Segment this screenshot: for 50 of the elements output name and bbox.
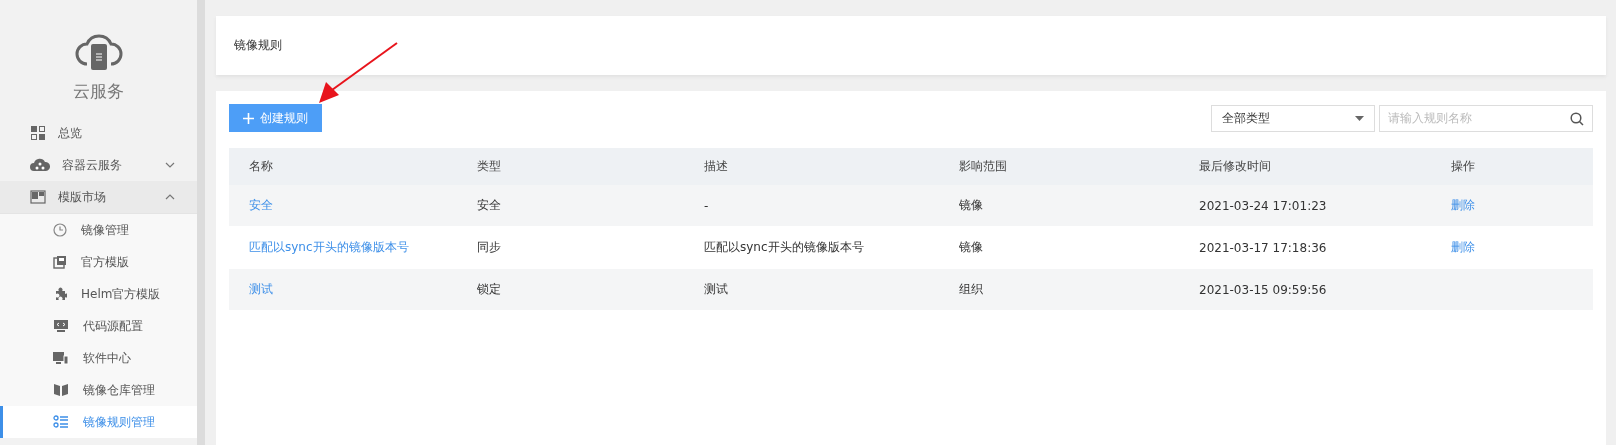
table-cell: 组织 bbox=[959, 282, 983, 296]
table-cell: 镜像 bbox=[959, 240, 983, 254]
table-cell: 测试 bbox=[704, 282, 728, 296]
devices-icon bbox=[53, 351, 69, 365]
column-header: 最后修改时间 bbox=[1199, 159, 1271, 173]
sidebar-subitem[interactable]: 代码源配置 bbox=[0, 310, 197, 342]
sidebar-item[interactable]: 总览 bbox=[0, 117, 197, 149]
list-icon bbox=[53, 415, 69, 429]
table-cell: 匹配以sync开头的镜像版本号 bbox=[704, 240, 864, 254]
caret-icon bbox=[1355, 115, 1364, 121]
table-cell: - bbox=[704, 198, 709, 213]
chevron-up-icon bbox=[165, 194, 175, 200]
plus-icon bbox=[243, 112, 254, 124]
column-header: 名称 bbox=[249, 159, 273, 173]
rule-name-link[interactable]: 匹配以sync开头的镜像版本号 bbox=[249, 240, 409, 254]
sidebar-item[interactable]: 容器云服务 bbox=[0, 149, 197, 181]
code-monitor-icon bbox=[53, 319, 69, 333]
table-cell: 2021-03-24 17:01:23 bbox=[1199, 198, 1327, 213]
table-cell: 2021-03-17 17:18:36 bbox=[1199, 240, 1327, 255]
sidebar-subitem[interactable]: 软件中心 bbox=[0, 342, 197, 374]
table-cell: 镜像 bbox=[959, 198, 983, 212]
column-header: 操作 bbox=[1451, 159, 1475, 173]
column-header: 影响范围 bbox=[959, 159, 1007, 173]
table-cell: 2021-03-15 09:59:56 bbox=[1199, 282, 1327, 297]
search-icon bbox=[1570, 111, 1584, 126]
table-cell: 同步 bbox=[477, 240, 501, 254]
sidebar-subitem[interactable]: Helm官方模版 bbox=[0, 278, 197, 310]
cloud-icon bbox=[30, 157, 50, 173]
sidebar-subitem[interactable]: 官方模版 bbox=[0, 246, 197, 278]
column-header: 描述 bbox=[704, 159, 728, 173]
column-header: 类型 bbox=[477, 159, 501, 173]
repository-icon bbox=[53, 383, 69, 397]
layout-icon bbox=[30, 189, 46, 205]
puzzle-icon bbox=[53, 287, 67, 301]
grid-icon bbox=[30, 125, 46, 141]
delete-link[interactable]: 删除 bbox=[1451, 240, 1475, 254]
sidebar-item[interactable]: 模版市场 bbox=[0, 181, 197, 213]
table-cell: 锁定 bbox=[477, 282, 501, 296]
chevron-down-icon bbox=[165, 162, 175, 168]
sidebar-subitem[interactable]: 镜像仓库管理 bbox=[0, 374, 197, 406]
table-cell: 安全 bbox=[477, 198, 501, 212]
scrollbar[interactable] bbox=[197, 0, 205, 445]
sidebar-subitem[interactable]: 镜像管理 bbox=[0, 214, 197, 246]
clock-icon bbox=[53, 223, 67, 237]
sidebar-subitem[interactable]: 镜像规则管理 bbox=[0, 406, 197, 438]
page-title: 镜像规则 bbox=[234, 37, 282, 54]
search-field[interactable]: 请输入规则名称 bbox=[1379, 104, 1593, 132]
type-dropdown[interactable]: 全部类型 bbox=[1211, 104, 1375, 132]
app-title: 云服务 bbox=[73, 80, 124, 103]
book-icon bbox=[53, 255, 67, 269]
